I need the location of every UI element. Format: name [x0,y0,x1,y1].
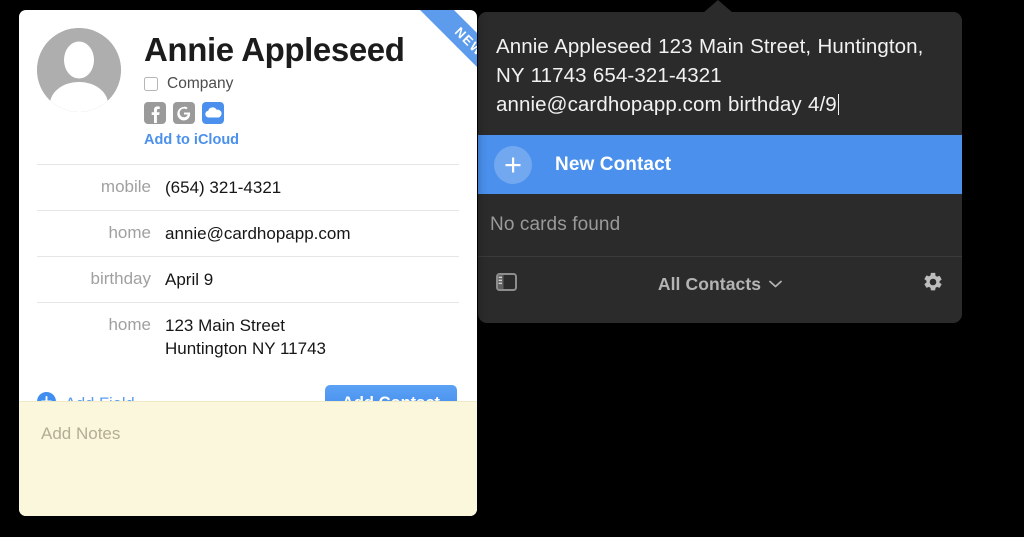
search-input-value: Annie Appleseed 123 Main Street, Hunting… [496,35,924,116]
field-value[interactable]: annie@cardhopapp.com [165,222,351,245]
field-row[interactable]: mobile (654) 321-4321 [37,164,459,210]
search-input[interactable]: Annie Appleseed 123 Main Street, Hunting… [478,12,962,135]
text-caret [837,94,840,115]
notes-field[interactable]: Add Notes [19,401,477,516]
group-selector[interactable]: All Contacts [478,274,962,295]
sidebar-toggle-icon[interactable] [496,272,517,296]
chevron-down-icon [769,275,782,293]
no-results-row: No cards found [478,194,962,257]
field-label: mobile [100,177,151,196]
no-results-label: No cards found [490,214,621,235]
field-list: mobile (654) 321-4321 home annie@cardhop… [37,164,459,371]
field-value[interactable]: April 9 [165,268,213,291]
company-checkbox-label: Company [167,75,234,92]
google-icon[interactable] [173,102,195,124]
person-placeholder-avatar[interactable] [37,28,121,112]
field-label: home [108,315,151,334]
new-contact-label: New Contact [555,153,672,175]
field-row[interactable]: birthday April 9 [37,256,459,302]
field-label: home [108,223,151,242]
popover-toolbar: All Contacts [478,257,962,311]
contact-card: NEW Annie Appleseed Company Add to iClou… [19,10,477,516]
contact-name[interactable]: Annie Appleseed [144,32,405,68]
service-icon-row [144,102,405,124]
card-header: Annie Appleseed Company Add to iCloud [19,10,477,148]
field-value[interactable]: (654) 321-4321 [165,176,281,199]
company-checkbox[interactable] [144,77,158,91]
facebook-icon[interactable] [144,102,166,124]
field-row[interactable]: home annie@cardhopapp.com [37,210,459,256]
card-header-details: Annie Appleseed Company Add to iCloud [144,28,405,148]
gear-icon[interactable] [922,271,944,298]
new-contact-result-row[interactable]: New Contact [478,135,962,194]
field-value[interactable]: 123 Main Street Huntington NY 11743 [165,314,326,360]
add-to-icloud-link[interactable]: Add to iCloud [144,132,405,148]
field-label: birthday [90,269,151,288]
cardhop-popover: Annie Appleseed 123 Main Street, Hunting… [478,12,962,323]
plus-icon [494,145,532,184]
group-selector-label: All Contacts [657,273,762,294]
company-checkbox-row[interactable]: Company [144,75,405,93]
icloud-icon[interactable] [202,102,224,124]
notes-placeholder: Add Notes [41,424,121,443]
popover-pointer [703,0,733,13]
screen: Annie Appleseed 123 Main Street, Hunting… [0,0,1024,537]
field-row[interactable]: home 123 Main Street Huntington NY 11743 [37,302,459,371]
